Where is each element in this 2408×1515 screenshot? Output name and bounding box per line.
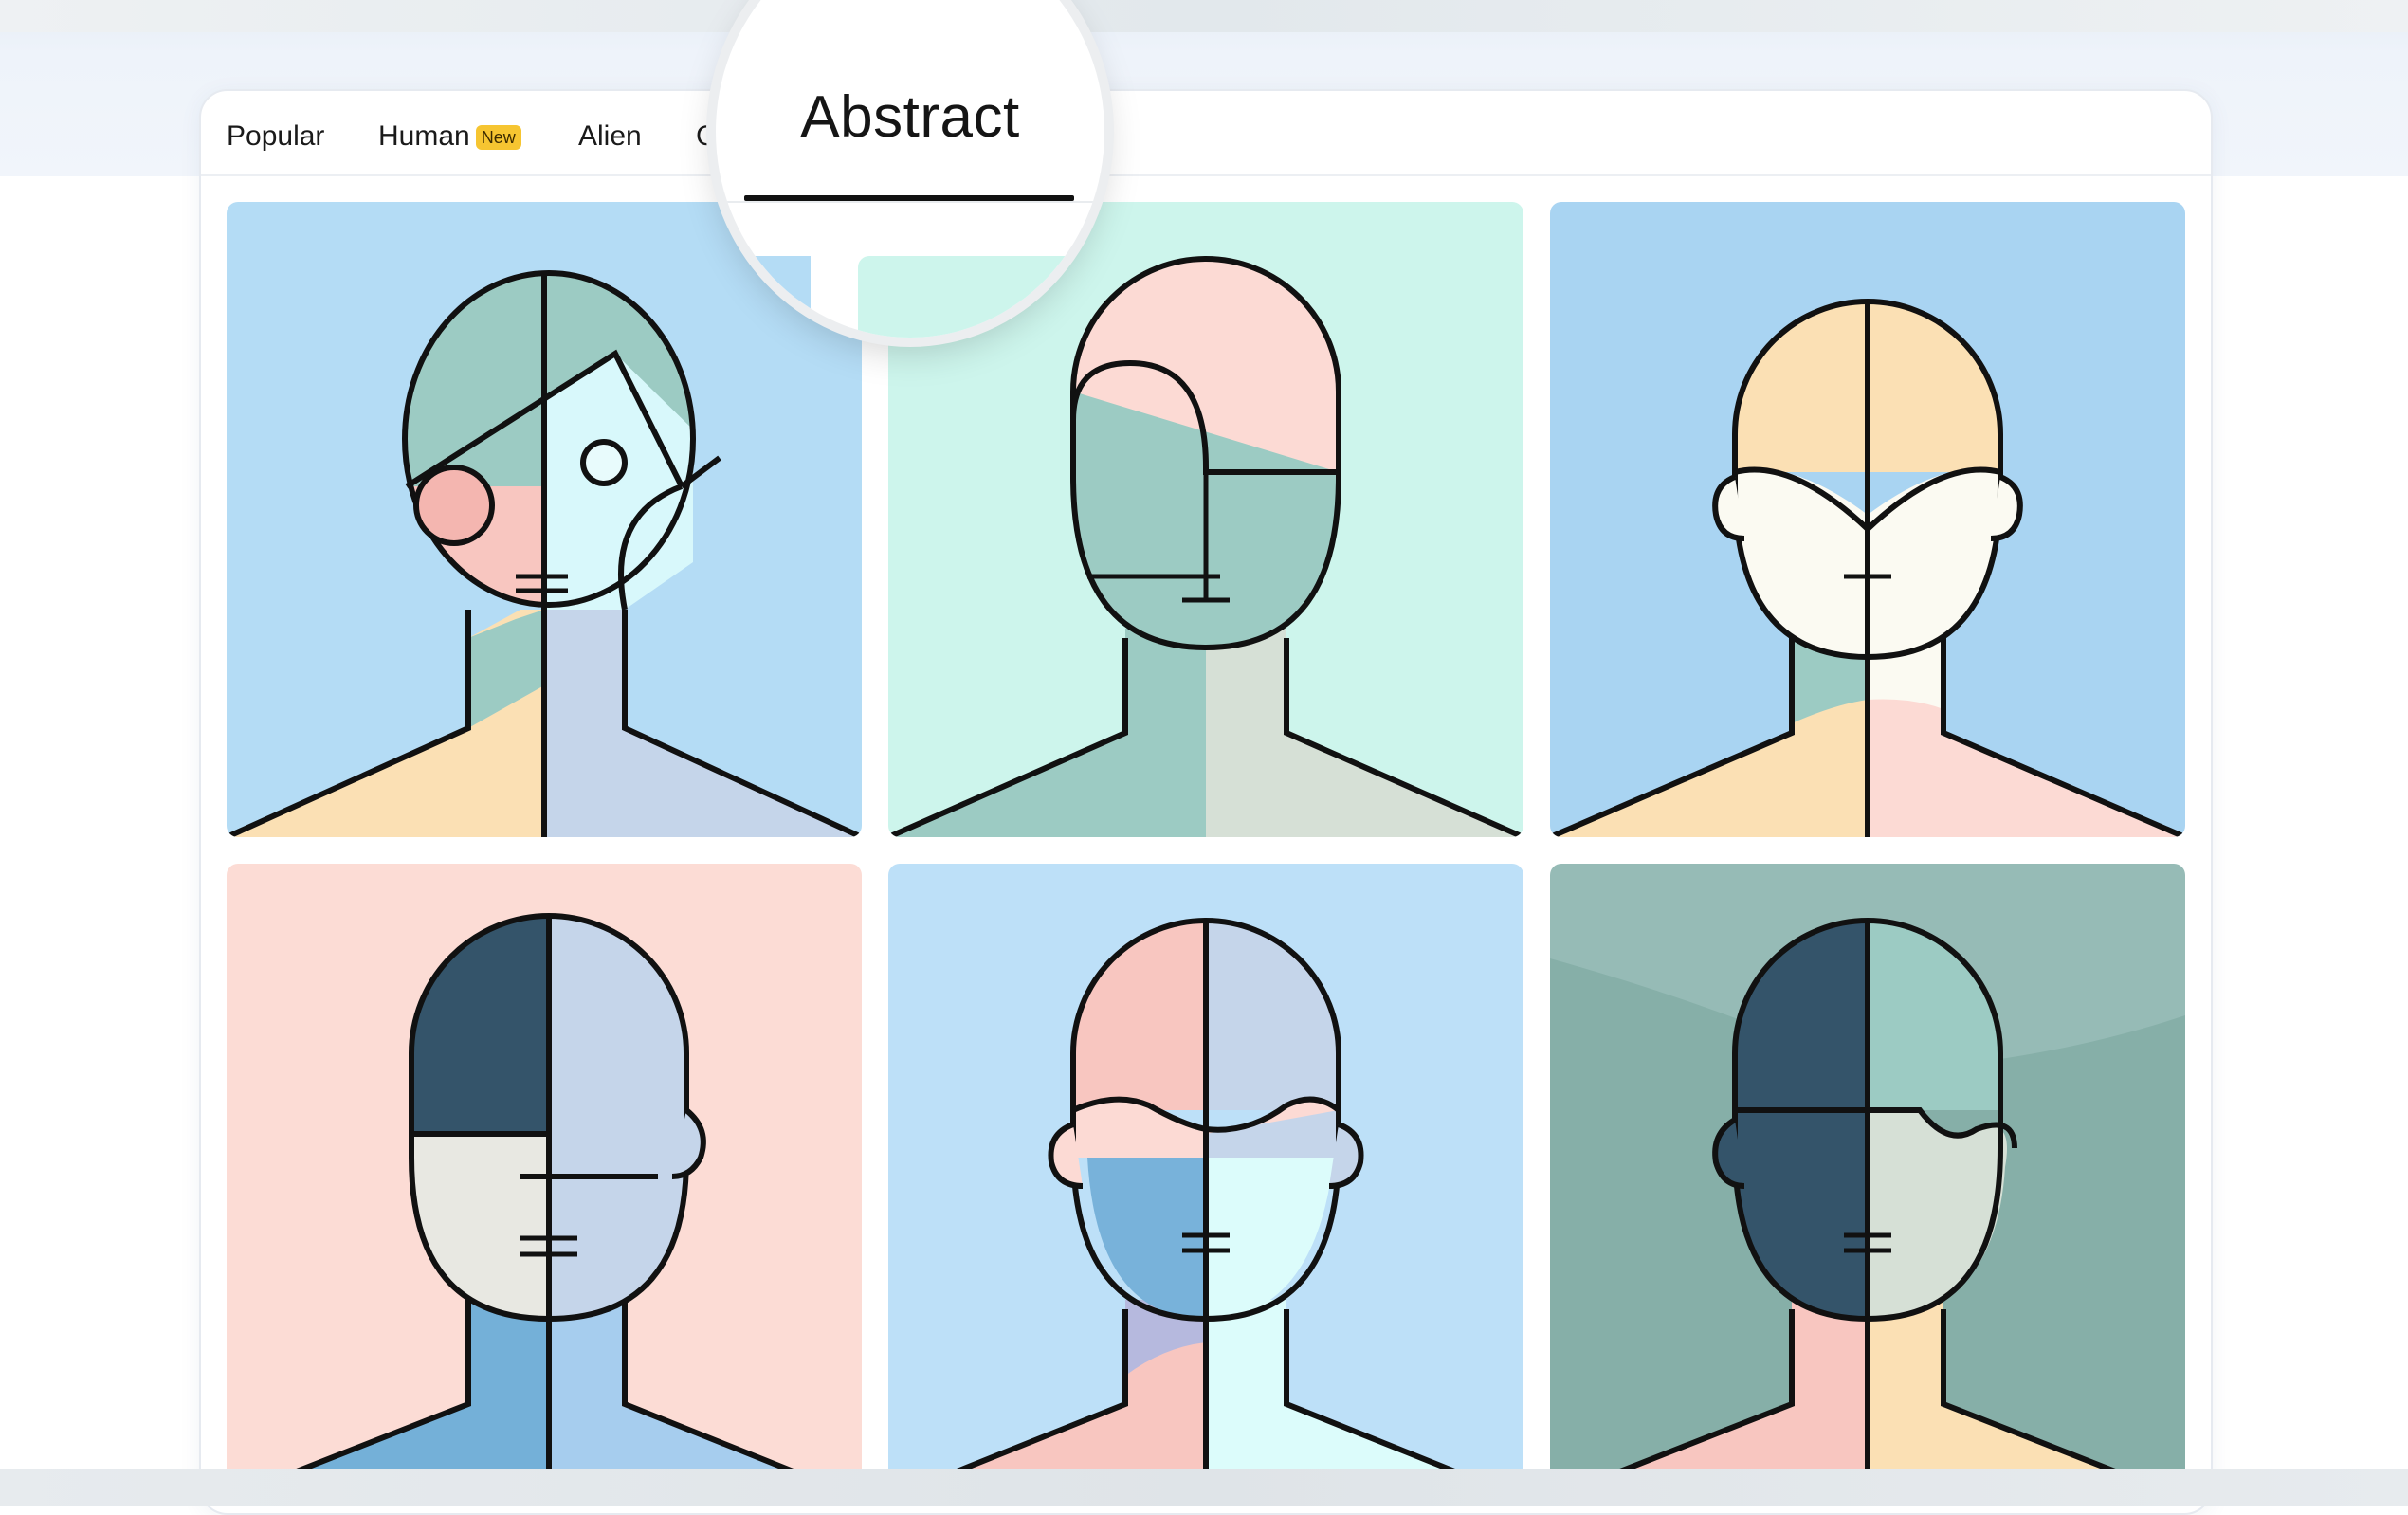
abstract-avatar-5 — [888, 864, 1523, 1499]
abstract-avatar-3 — [1550, 202, 2185, 837]
avatar-tile-3[interactable] — [1550, 202, 2185, 837]
new-badge: New — [475, 125, 521, 150]
avatar-style-panel: Popular Human New Alien C — [199, 89, 2213, 1515]
magnified-tile-edge — [716, 256, 811, 338]
avatar-tile-4[interactable] — [227, 864, 862, 1499]
tab-label: Alien — [578, 120, 642, 152]
avatar-tile-5[interactable] — [888, 864, 1523, 1499]
bottom-edge — [0, 1469, 2408, 1506]
tab-human[interactable]: Human New — [378, 118, 521, 155]
tab-abstract[interactable]: Abstract — [716, 83, 1104, 151]
tab-label: C — [696, 120, 717, 152]
avatar-tile-6[interactable] — [1550, 864, 2185, 1499]
active-tab-indicator — [744, 195, 1074, 201]
abstract-avatar-4 — [227, 864, 862, 1499]
magnified-tile-edge — [858, 256, 1104, 338]
top-edge — [0, 0, 2408, 32]
tab-popular[interactable]: Popular — [227, 118, 324, 155]
magnifier-lens: Abstract — [716, 0, 1104, 338]
tabbar-divider — [716, 201, 1104, 203]
tab-label: Popular — [227, 120, 325, 152]
tab-partial[interactable]: C — [696, 118, 717, 155]
category-tab-bar: Popular Human New Alien C — [201, 91, 2211, 176]
tab-alien[interactable]: Alien — [578, 118, 642, 155]
abstract-avatar-6 — [1550, 864, 2185, 1499]
tab-label: Human — [378, 120, 470, 152]
